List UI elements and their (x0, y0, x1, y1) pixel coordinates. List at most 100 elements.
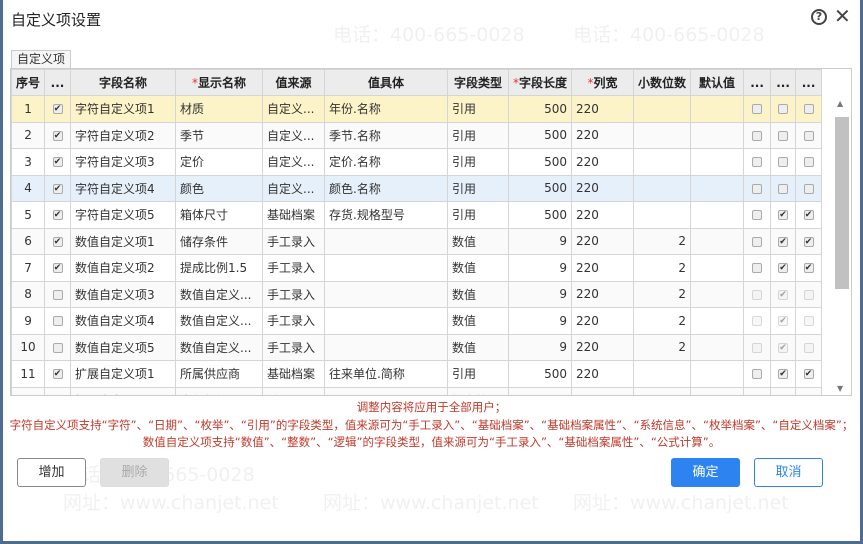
cell-def[interactable] (690, 148, 745, 176)
cell-no[interactable]: 7 (11, 254, 46, 282)
cell-field[interactable]: 数值自定义项1 (70, 227, 177, 255)
checkbox[interactable] (52, 289, 63, 300)
checkbox[interactable] (752, 104, 763, 115)
cell-detail[interactable]: 颜色.名称 (324, 174, 449, 202)
checkbox[interactable]: ✔ (52, 157, 63, 168)
cell-def[interactable] (690, 386, 745, 395)
cell-field[interactable]: 数值自定义项3 (70, 280, 177, 308)
checkbox[interactable] (752, 342, 763, 353)
table-row[interactable]: 8 数值自定义项3 数值自定义... 手工录入 数值 9 220 2 ✔ (11, 280, 823, 308)
column-header[interactable]: ... (44, 69, 72, 96)
table-row[interactable]: 6 ✔ 数值自定义项1 储存条件 手工录入 数值 9 220 2 ✔ ✔ (11, 227, 823, 255)
cell-len[interactable]: 60 (508, 386, 573, 395)
cell-source[interactable]: 手工录入 (262, 227, 326, 255)
cell-source[interactable]: 手工录入 (262, 386, 326, 395)
column-header[interactable]: 序号 (11, 69, 46, 96)
checkbox[interactable] (752, 236, 763, 247)
vertical-scrollbar[interactable]: ▲ ▼ (833, 95, 851, 395)
cell-display[interactable]: 季节 (175, 121, 264, 149)
table-row[interactable]: 2 ✔ 字符自定义项2 季节 自定义... 季节.名称 引用 500 220 (11, 121, 823, 149)
cell-len[interactable]: 500 (508, 121, 573, 149)
cell-def[interactable] (690, 333, 745, 361)
cell-no[interactable]: 9 (11, 307, 46, 335)
cell-len[interactable]: 9 (508, 227, 573, 255)
cell-type[interactable]: 引用 (447, 95, 510, 123)
cell-detail[interactable] (324, 254, 449, 282)
column-header[interactable]: 值具体 (324, 69, 449, 96)
cell-no[interactable]: 12 (11, 386, 46, 395)
cell-dec[interactable] (633, 174, 692, 202)
cell-field[interactable]: 扩展自定义项1 (70, 360, 177, 388)
table-row[interactable]: 1 ✔ 字符自定义项1 材质 自定义... 年份.名称 引用 500 220 (11, 95, 823, 123)
checkbox[interactable]: ✔ (778, 210, 789, 221)
cell-source[interactable]: 手工录入 (262, 333, 326, 361)
checkbox[interactable]: ✔ (778, 342, 789, 353)
close-icon[interactable]: ✕ (834, 5, 851, 27)
cell-len[interactable]: 500 (508, 148, 573, 176)
cell-source[interactable]: 手工录入 (262, 254, 326, 282)
checkbox[interactable]: ✔ (803, 236, 814, 247)
cell-display[interactable]: 储存条件 (175, 227, 264, 255)
cell-width[interactable]: 220 (571, 254, 635, 282)
cell-source[interactable]: 手工录入 (262, 307, 326, 335)
cell-def[interactable] (690, 201, 745, 229)
table-row[interactable]: 3 ✔ 字符自定义项3 定价 自定义... 定价.名称 引用 500 220 (11, 148, 823, 176)
cell-detail[interactable] (324, 386, 449, 395)
cell-type[interactable]: 引用 (447, 121, 510, 149)
cell-width[interactable]: 220 (571, 148, 635, 176)
cell-source[interactable]: 手工录入 (262, 280, 326, 308)
checkbox[interactable]: ✔ (778, 316, 789, 327)
cell-detail[interactable]: 往来单位.简称 (324, 360, 449, 388)
cell-no[interactable]: 10 (11, 333, 46, 361)
cell-display[interactable]: 箱体尺寸 (175, 201, 264, 229)
table-row[interactable]: 5 ✔ 字符自定义项5 箱体尺寸 基础档案 存货.规格型号 引用 500 220 ✔ ✔ (11, 201, 823, 229)
checkbox[interactable]: ✔ (52, 210, 63, 221)
cell-display[interactable]: 数值自定义... (175, 307, 264, 335)
cell-dec[interactable] (633, 386, 692, 395)
cell-type[interactable]: 数值 (447, 333, 510, 361)
scrollbar-thumb[interactable] (835, 117, 849, 289)
scroll-down-icon[interactable]: ▼ (837, 384, 843, 393)
cell-width[interactable]: 220 (571, 307, 635, 335)
cell-source[interactable]: 自定义... (262, 121, 326, 149)
checkbox[interactable]: ✔ (52, 104, 63, 115)
scroll-up-icon[interactable]: ▲ (837, 99, 843, 108)
cell-no[interactable]: 11 (11, 360, 46, 388)
table-row[interactable]: 7 ✔ 数值自定义项2 提成比例1.5 手工录入 数值 9 220 2 ✔ ✔ (11, 254, 823, 282)
checkbox[interactable] (778, 183, 789, 194)
cell-width[interactable]: 220 (571, 95, 635, 123)
cell-type[interactable]: 引用 (447, 148, 510, 176)
checkbox[interactable]: ✔ (52, 369, 63, 380)
checkbox[interactable] (752, 183, 763, 194)
cell-no[interactable]: 6 (11, 227, 46, 255)
delete-button[interactable]: 删除 (100, 458, 169, 487)
checkbox[interactable] (752, 263, 763, 274)
cell-dec[interactable]: 2 (633, 307, 692, 335)
cell-dec[interactable]: 2 (633, 227, 692, 255)
cell-no[interactable]: 3 (11, 148, 46, 176)
add-button[interactable]: 增加 (17, 458, 86, 487)
column-header[interactable]: ... (770, 69, 797, 96)
table-row[interactable]: 9 数值自定义项4 数值自定义... 手工录入 数值 9 220 2 ✔ (11, 307, 823, 335)
column-header[interactable]: 小数位数 (633, 69, 692, 96)
cell-display[interactable]: 提成比例1.5 (175, 254, 264, 282)
cell-source[interactable]: 自定义... (262, 148, 326, 176)
cell-def[interactable] (690, 174, 745, 202)
checkbox[interactable] (752, 369, 763, 380)
checkbox[interactable]: ✔ (778, 236, 789, 247)
cell-dec[interactable] (633, 148, 692, 176)
cell-field[interactable]: 数值自定义项4 (70, 307, 177, 335)
column-header[interactable]: 字段类型 (447, 69, 510, 96)
column-header[interactable]: *字段长度 (508, 69, 573, 96)
checkbox[interactable] (52, 342, 63, 353)
checkbox[interactable] (752, 316, 763, 327)
cell-width[interactable]: 220 (571, 386, 635, 395)
column-header[interactable]: ... (743, 69, 772, 96)
table-row[interactable]: 12 扩展自定义项2责任部门手工录入 短字符60220 ✔✔ (11, 386, 823, 395)
cell-width[interactable]: 220 (571, 201, 635, 229)
checkbox[interactable]: ✔ (803, 369, 814, 380)
checkbox[interactable] (752, 130, 763, 141)
cell-def[interactable] (690, 280, 745, 308)
cell-source[interactable]: 基础档案 (262, 360, 326, 388)
checkbox[interactable]: ✔ (803, 263, 814, 274)
